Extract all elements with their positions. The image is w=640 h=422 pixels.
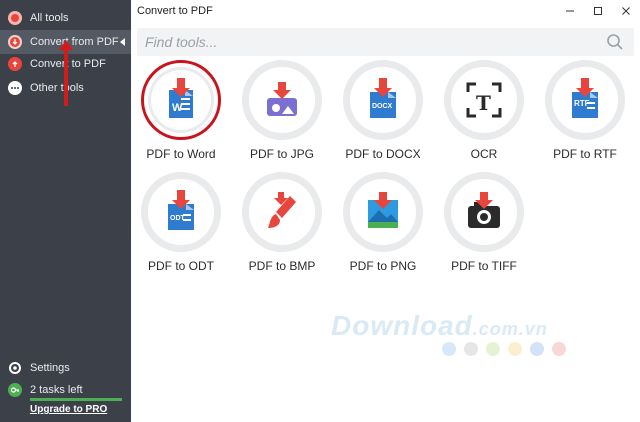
watermark-dot (486, 342, 500, 356)
title-bar: Convert to PDF (131, 0, 640, 22)
close-icon (622, 7, 630, 15)
tool-label: PDF to DOCX (345, 147, 421, 161)
main-panel: Convert to PDF W PDF t (131, 0, 640, 422)
tool-label: PDF to JPG (249, 147, 314, 161)
docx-document-icon: DOCX (370, 78, 396, 118)
tool-tile[interactable]: W (141, 60, 221, 140)
annotation-arrow (64, 46, 68, 106)
tool-tile[interactable]: RTF (545, 60, 625, 140)
close-button[interactable] (612, 0, 640, 22)
upload-arrow-icon (8, 57, 22, 71)
tool-pdf-to-docx[interactable]: DOCX PDF to DOCX (335, 60, 431, 170)
watermark-dot (508, 342, 522, 356)
paint-brush-icon (268, 192, 296, 228)
search-icon[interactable] (606, 33, 624, 51)
tool-label: PDF to TIFF (451, 259, 517, 273)
sidebar: All tools Convert from PDF Convert to PD… (0, 0, 131, 422)
active-indicator-icon (120, 38, 125, 46)
watermark-dot (530, 342, 544, 356)
tool-label: OCR (470, 147, 498, 161)
tasks-progress-bar (30, 398, 122, 401)
svg-text:RTF: RTF (574, 99, 590, 108)
all-tools-icon (8, 11, 22, 25)
svg-text:DOCX: DOCX (372, 103, 393, 110)
watermark-dot (464, 342, 478, 356)
search-bar (137, 28, 634, 56)
watermark-dots (442, 342, 566, 356)
word-document-icon: W (169, 78, 193, 118)
svg-text:ODT: ODT (170, 215, 186, 222)
tool-pdf-to-odt[interactable]: ODT PDF to ODT (133, 172, 229, 282)
sidebar-item-all-tools[interactable]: All tools (0, 6, 131, 30)
minimize-icon (566, 10, 574, 12)
gear-icon (8, 361, 22, 375)
search-input[interactable] (137, 34, 577, 50)
tool-pdf-to-tiff[interactable]: PDF to TIFF (436, 172, 532, 282)
watermark-dot (552, 342, 566, 356)
minimize-button[interactable] (556, 0, 584, 22)
tool-tile[interactable] (242, 60, 322, 140)
tool-label: PDF to ODT (147, 259, 214, 273)
ocr-scan-icon: T (466, 82, 502, 118)
sidebar-item-label: Other tools (30, 82, 84, 94)
tasks-left-label: 2 tasks left (30, 384, 83, 396)
sidebar-item-label: Convert from PDF (30, 36, 119, 48)
tool-tile[interactable]: DOCX (343, 60, 423, 140)
tool-tile[interactable] (242, 172, 322, 252)
settings-button[interactable]: Settings (0, 356, 131, 380)
tool-tile[interactable]: ODT (141, 172, 221, 252)
sidebar-item-label: All tools (30, 12, 69, 24)
tool-label: PDF to BMP (248, 259, 316, 273)
tool-ocr[interactable]: T OCR (436, 60, 532, 170)
maximize-button[interactable] (584, 0, 612, 22)
upgrade-link[interactable]: Upgrade to PRO (30, 404, 107, 415)
tool-tile[interactable]: T (444, 60, 524, 140)
settings-label: Settings (30, 362, 70, 374)
tool-label: PDF to Word (146, 147, 216, 161)
watermark-dot (442, 342, 456, 356)
tool-tile[interactable] (444, 172, 524, 252)
tool-label: PDF to PNG (349, 259, 417, 273)
camera-icon (468, 192, 500, 228)
png-image-icon (368, 192, 398, 228)
watermark-logo: Download.com.vn (331, 310, 548, 341)
tool-pdf-to-bmp[interactable]: PDF to BMP (234, 172, 330, 282)
tool-pdf-to-png[interactable]: PDF to PNG (335, 172, 431, 282)
rtf-document-icon: RTF (572, 78, 598, 118)
odt-document-icon: ODT (168, 190, 194, 230)
tool-pdf-to-jpg[interactable]: PDF to JPG (234, 60, 330, 170)
svg-text:T: T (476, 91, 491, 115)
tool-tile[interactable] (343, 172, 423, 252)
tool-pdf-to-rtf[interactable]: RTF PDF to RTF (537, 60, 633, 170)
key-icon (8, 383, 22, 397)
download-arrow-icon (8, 35, 22, 49)
svg-text:W: W (172, 102, 183, 114)
maximize-icon (594, 7, 602, 15)
window-title: Convert to PDF (137, 5, 213, 17)
more-dots-icon (8, 81, 22, 95)
tool-pdf-to-word[interactable]: W PDF to Word (133, 60, 229, 170)
tool-label: PDF to RTF (553, 147, 617, 161)
image-icon (267, 82, 297, 116)
